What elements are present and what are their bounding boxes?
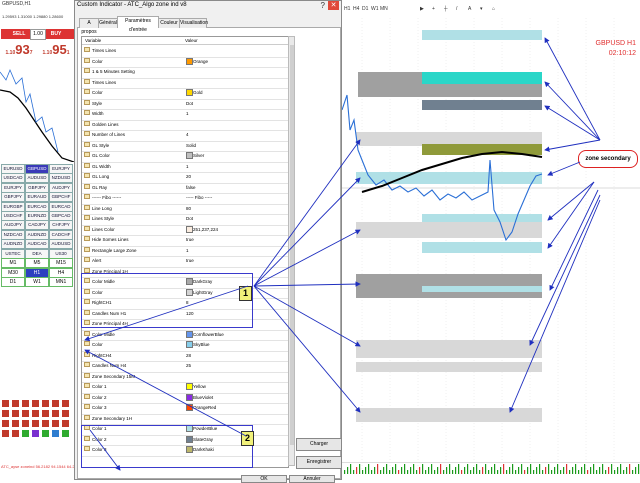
- annotation-arrow: [253, 281, 361, 287]
- annotation-arrow: [547, 181, 595, 249]
- annotation-arrow: [253, 177, 361, 287]
- annotation-arrow: [253, 229, 361, 287]
- annotation-arrow: [529, 194, 601, 346]
- annotation-arrow: [84, 349, 247, 437]
- annotation-arrow: [549, 189, 599, 291]
- annotation-arrow: [509, 199, 601, 413]
- annotation-arrow: [253, 285, 361, 347]
- annotation-arrow: [89, 429, 121, 471]
- annotation-arrow: [544, 139, 601, 152]
- annotation-arrow: [544, 37, 601, 141]
- annotation-arrow: [253, 285, 361, 413]
- annotation-arrows: [84, 37, 601, 471]
- annotation-arrow: [547, 161, 581, 176]
- annotation-arrow: [253, 139, 361, 287]
- annotation-arrow: [84, 285, 249, 342]
